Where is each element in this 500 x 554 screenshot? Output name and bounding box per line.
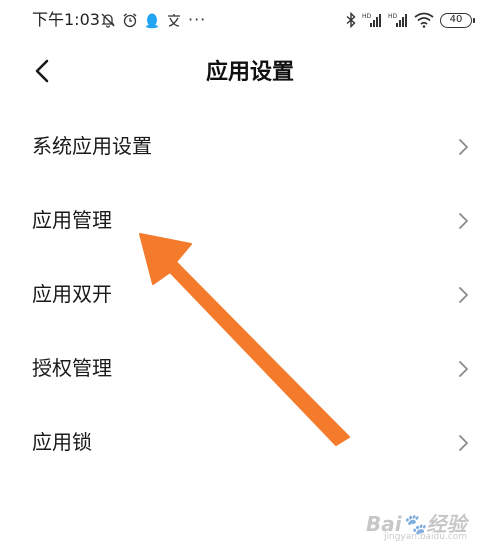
list-item-label: 系统应用设置 — [32, 134, 152, 158]
header: 应用设置 — [0, 50, 500, 96]
svg-text:HD: HD — [388, 13, 398, 20]
bluetooth-icon — [346, 12, 356, 28]
chevron-right-icon — [459, 435, 468, 451]
page-title: 应用设置 — [205, 60, 294, 85]
status-icons-left: ··· — [100, 9, 206, 31]
wifi-icon — [414, 12, 434, 28]
list-item-label: 应用双开 — [32, 282, 112, 306]
list-item-app-management[interactable]: 应用管理 — [0, 184, 500, 258]
list-item-label: 应用锁 — [32, 430, 92, 454]
list-item-system-app-settings[interactable]: 系统应用设置 — [0, 110, 500, 184]
settings-list: 系统应用设置 应用管理 应用双开 授权管理 应用锁 — [0, 110, 500, 480]
list-item-app-lock[interactable]: 应用锁 — [0, 406, 500, 480]
signal-hd-icon: HD — [362, 12, 382, 28]
input-method-icon — [166, 12, 182, 28]
signal-hd-icon: HD — [388, 12, 408, 28]
qq-penguin-icon — [144, 12, 160, 29]
status-icons-right: HD HD 40 — [346, 9, 475, 31]
chevron-right-icon — [459, 213, 468, 229]
chevron-right-icon — [459, 139, 468, 155]
list-item-label: 应用管理 — [32, 208, 112, 232]
status-time: 下午1:03 — [32, 10, 100, 29]
battery-icon: 40 — [440, 12, 475, 28]
bell-off-icon — [100, 12, 116, 28]
chevron-right-icon — [459, 287, 468, 303]
more-notifications-icon: ··· — [188, 10, 207, 29]
list-item-permission-management[interactable]: 授权管理 — [0, 332, 500, 406]
list-item-label: 授权管理 — [32, 356, 112, 380]
alarm-clock-icon — [122, 12, 138, 28]
status-bar: 下午1:03 ··· HD HD 40 — [0, 0, 500, 40]
svg-text:HD: HD — [362, 13, 372, 20]
list-item-dual-apps[interactable]: 应用双开 — [0, 258, 500, 332]
chevron-right-icon — [459, 361, 468, 377]
baidu-watermark-logo: Bai🐾经验 jingyan.baidu.com — [366, 512, 468, 542]
